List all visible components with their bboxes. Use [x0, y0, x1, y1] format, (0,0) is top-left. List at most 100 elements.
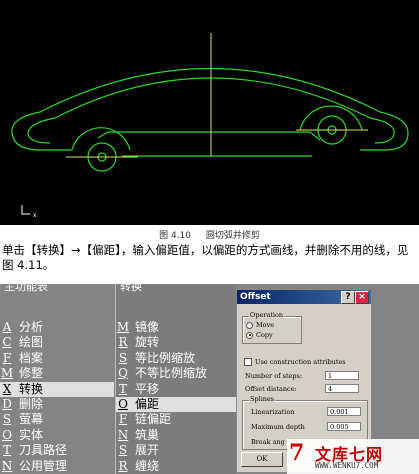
- max-depth-input[interactable]: 0.005: [327, 422, 361, 431]
- watermark-logo: 7: [289, 440, 305, 466]
- main-menu-item[interactable]: O 实体: [0, 428, 114, 443]
- xform-menu-item-label: 不等比例缩放: [135, 366, 208, 381]
- main-menu-item[interactable]: C 绘图: [0, 335, 114, 350]
- xform-menu-item-hotkey: O: [118, 397, 128, 411]
- radio-move[interactable]: Move: [246, 321, 274, 329]
- main-menu-item-label: 绘图: [19, 335, 44, 350]
- xform-menu-item-hotkey: N: [117, 427, 129, 442]
- main-menu-item-label: 萤幕: [19, 412, 44, 427]
- use-construction-label: Use construction attributes: [255, 358, 346, 366]
- window-line: [97, 131, 321, 141]
- use-construction-checkbox[interactable]: Use construction attributes: [244, 358, 346, 366]
- main-menu-item-label: 修整: [19, 366, 44, 381]
- main-menu-item[interactable]: D 删除: [0, 397, 114, 412]
- xform-menu-item-label: 平移: [135, 381, 160, 396]
- max-depth-label: Maximum depth: [251, 423, 305, 431]
- main-menu-item-label: 档案: [19, 350, 44, 365]
- dialog-titlebar: Offset ? ×: [237, 290, 371, 304]
- main-menu-item-hotkey: D: [2, 397, 12, 411]
- xform-menu-item[interactable]: S 等比例缩放: [116, 351, 236, 366]
- main-menu-header: 主功能表: [4, 280, 48, 293]
- main-menu-item-hotkey: O: [2, 427, 12, 442]
- xform-menu-item[interactable]: M 镜像: [116, 320, 236, 335]
- main-menu-item-hotkey: A: [2, 320, 12, 334]
- steps-input[interactable]: 1: [325, 371, 359, 380]
- dialog-title: Offset: [240, 292, 271, 302]
- close-button[interactable]: ×: [355, 291, 369, 304]
- xform-menu-item-hotkey: R: [118, 458, 128, 473]
- main-menu-item[interactable]: A 分析: [0, 320, 114, 335]
- linearization-input[interactable]: 0.001: [327, 407, 361, 416]
- xform-menu-item-hotkey: M: [116, 320, 130, 334]
- help-button[interactable]: ?: [341, 291, 355, 304]
- xform-menu-item[interactable]: R 缠绕: [116, 459, 236, 474]
- watermark-url: WWW.WENKU7.COM: [315, 461, 379, 470]
- main-menu-item-label: 分析: [19, 320, 44, 334]
- main-menu-item-label: 转换: [19, 381, 44, 396]
- ok-button[interactable]: OK: [241, 452, 283, 467]
- checkbox-icon: [244, 358, 252, 366]
- xform-menu-header: 转换: [120, 280, 142, 293]
- radio-copy[interactable]: Copy: [246, 331, 273, 339]
- body-outer-left: [11, 111, 72, 151]
- xform-menu-item-label: 偏距: [135, 397, 160, 411]
- xform-menu-item-label: 展开: [135, 443, 160, 458]
- steps-label: Number of steps:: [245, 372, 303, 380]
- xform-menu-item[interactable]: R 旋转: [116, 335, 236, 350]
- radio-move-label: Move: [256, 321, 275, 329]
- main-menu-item-label: 公用管理: [19, 458, 68, 473]
- main-menu-item[interactable]: F 档案: [0, 351, 114, 366]
- main-menu-item-hotkey: X: [2, 381, 12, 396]
- distance-input[interactable]: 4: [325, 384, 359, 393]
- figure-number: 图 4.10: [159, 231, 191, 241]
- xform-menu-item-label: 筑巢: [135, 427, 160, 442]
- main-menu-item-hotkey: N: [1, 458, 13, 473]
- axis-label: x: [33, 212, 37, 219]
- main-menu-item-label: 刀具路径: [19, 443, 68, 458]
- main-menu-item[interactable]: X 转换: [0, 381, 114, 397]
- break-angle-label: Break ang: [251, 438, 285, 446]
- main-menu-item-hotkey: T: [2, 443, 11, 458]
- main-menu-item-label: 删除: [19, 397, 44, 411]
- splines-group-title: Splines: [249, 395, 276, 403]
- radio-move-icon: [246, 321, 253, 329]
- xform-menu-item-hotkey: R: [118, 335, 128, 350]
- figure-caption: 图 4.10 圆切弧并修剪: [0, 228, 419, 241]
- cad-drawing-area: x: [0, 0, 419, 225]
- xform-menu-item-hotkey: F: [118, 412, 128, 427]
- distance-label: Offset distance:: [245, 385, 297, 393]
- watermark: 7 文库七网 WWW.WENKU7.COM: [287, 439, 419, 474]
- xform-menu-item[interactable]: Q 不等比例缩放: [116, 366, 236, 381]
- xform-menu-item[interactable]: S 展开: [116, 443, 236, 458]
- main-menu-item[interactable]: S 萤幕: [0, 412, 114, 427]
- main-menu-item[interactable]: N 公用管理: [0, 459, 114, 474]
- main-menu-item-label: 实体: [19, 427, 44, 442]
- radio-copy-label: Copy: [256, 331, 273, 339]
- main-menu-item-hotkey: F: [2, 350, 12, 365]
- xform-menu-item[interactable]: F 链偏距: [116, 412, 236, 427]
- xform-menu-item-label: 缠绕: [135, 458, 160, 473]
- main-menu-item-hotkey: C: [2, 335, 12, 350]
- xform-menu-item[interactable]: N 筑巢: [116, 428, 236, 443]
- linearization-label: Linearization: [251, 408, 295, 416]
- xform-menu-item-hotkey: T: [118, 381, 127, 396]
- vehicle-outline-drawing: x: [11, 33, 409, 219]
- xform-menu-item-label: 等比例缩放: [135, 350, 196, 365]
- front-arch: [71, 127, 131, 151]
- instruction-paragraph: 单击【转换】→【偏距】，输入偏距值，以偏距的方式画线，并删除不用的线，见图 4.…: [2, 243, 409, 272]
- xform-menu-item-label: 旋转: [135, 335, 160, 350]
- figure-caption-text: 圆切弧并修剪: [205, 231, 260, 241]
- xform-menu-item[interactable]: O 偏距: [116, 397, 236, 413]
- body-inner-left: [27, 117, 56, 144]
- main-menu: 主功能表 A 分析 C 绘图 F 档案 M 修整 X 转换 D 删除 S 萤幕 O 实体 T 刀具路径 N 公用管理: [0, 280, 114, 474]
- main-menu-item[interactable]: M 修整: [0, 366, 114, 381]
- xform-menu-item-hotkey: S: [118, 443, 128, 458]
- xform-menu-item-hotkey: S: [118, 350, 128, 365]
- main-menu-item[interactable]: T 刀具路径: [0, 443, 114, 458]
- axis-icon: [21, 205, 30, 215]
- main-menu-item-hotkey: M: [0, 366, 14, 381]
- xform-menu-item[interactable]: T 平移: [116, 382, 236, 397]
- operation-group-title: Operation: [249, 311, 285, 319]
- xform-menu-item-label: 链偏距: [135, 412, 172, 427]
- xform-menu-item-hotkey: Q: [118, 366, 128, 381]
